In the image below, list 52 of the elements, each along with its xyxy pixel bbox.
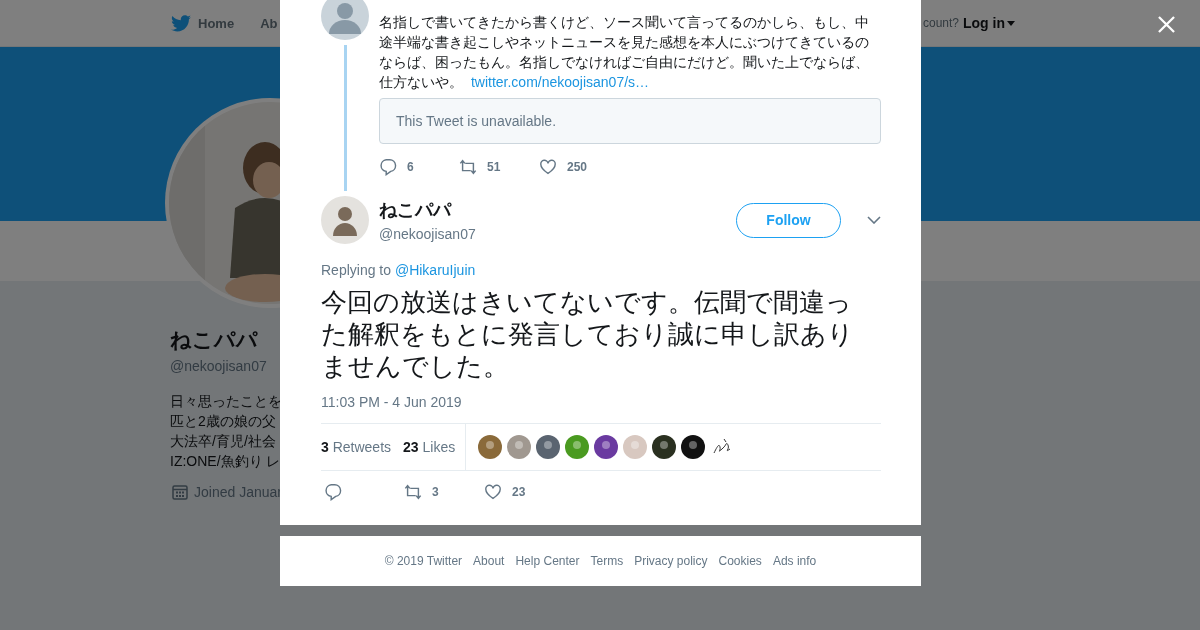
tweet-text: 名指しで書いてきたから書くけど、ソース聞いて言ってるのかしら、もし、中途半端な書き起こしやネットニュースを見た感想を本人にぶつけてきているのならば、困ったもん。名指しでなければご自由にだけど。聞いた上でならば、仕方ないや。 twitter.com/nekoojisan07/s… (379, 13, 870, 92)
chevron-down-icon[interactable] (867, 216, 881, 224)
avatar (321, 0, 369, 40)
caret-icon (1007, 20, 1015, 26)
footer-link[interactable]: © 2019 Twitter (384, 554, 463, 568)
follow-button[interactable]: Follow (736, 202, 841, 238)
bio-line: 大法卒/育児/社会 (170, 432, 276, 451)
like-count: 250 (567, 160, 588, 174)
footer-link[interactable]: Ads info (772, 554, 817, 568)
liker-avatar[interactable] (536, 435, 561, 459)
joined-date: Joined Januar (194, 484, 282, 500)
retweets-stat[interactable]: 3 Retweets (321, 439, 392, 455)
reply-icon[interactable] (379, 158, 397, 176)
calendar-icon (172, 484, 188, 500)
retweet-count: 3 (432, 485, 439, 499)
liker-avatar[interactable] (681, 435, 706, 459)
liker-avatar[interactable] (652, 435, 677, 459)
tweet-timestamp: 11:03 PM - 4 Jun 2019 (321, 394, 463, 410)
like-count: 23 (512, 485, 526, 499)
heart-icon[interactable] (484, 483, 502, 501)
liker-avatar[interactable] (594, 435, 619, 459)
likes-stat[interactable]: 23 Likes (403, 439, 456, 455)
tweet-link[interactable]: twitter.com/nekoojisan07/s… (470, 74, 650, 90)
mention-link[interactable]: @HikaruIjuin (394, 262, 476, 278)
bird-icon (171, 14, 191, 32)
profile-handle: @nekoojisan07 (170, 358, 267, 374)
footer-link[interactable]: Privacy policy (634, 554, 708, 568)
unavailable-message: This Tweet is unavailable. (396, 113, 557, 129)
footer-link[interactable]: Terms (590, 554, 624, 568)
close-icon[interactable] (1158, 16, 1175, 33)
footer-link[interactable]: Help Center (515, 554, 580, 568)
bio-line: 匹と2歳の娘の父 (170, 412, 276, 431)
retweet-count: 51 (487, 160, 501, 174)
nav-link[interactable]: Home (171, 14, 235, 32)
bio-line: IZ:ONE/魚釣り レ (170, 452, 281, 471)
footer-link[interactable]: About (473, 554, 505, 568)
author-name: ねこパパ (379, 199, 453, 222)
heart-icon[interactable] (539, 158, 557, 176)
login-link[interactable]: Log in (963, 15, 1015, 31)
retweet-icon[interactable] (404, 483, 422, 501)
replying-label: Replying to (321, 262, 392, 278)
bio-line: 日々思ったことを (170, 392, 282, 411)
avatar (321, 196, 369, 244)
nav-link[interactable]: Ab (260, 15, 278, 31)
footer-link[interactable]: Cookies (718, 554, 762, 568)
tweet-text: 今回の放送はきいてないです。伝聞で間違った解釈をもとに発言しており誠に申し訳ありませんでした。 (321, 286, 855, 382)
reply-count: 6 (407, 160, 414, 174)
account-prompt: count? (922, 16, 959, 30)
author-handle: @nekoojisan07 (379, 226, 477, 242)
profile-name: ねこパパ (170, 327, 258, 353)
retweet-icon[interactable] (459, 158, 477, 176)
reply-icon[interactable] (324, 483, 342, 501)
